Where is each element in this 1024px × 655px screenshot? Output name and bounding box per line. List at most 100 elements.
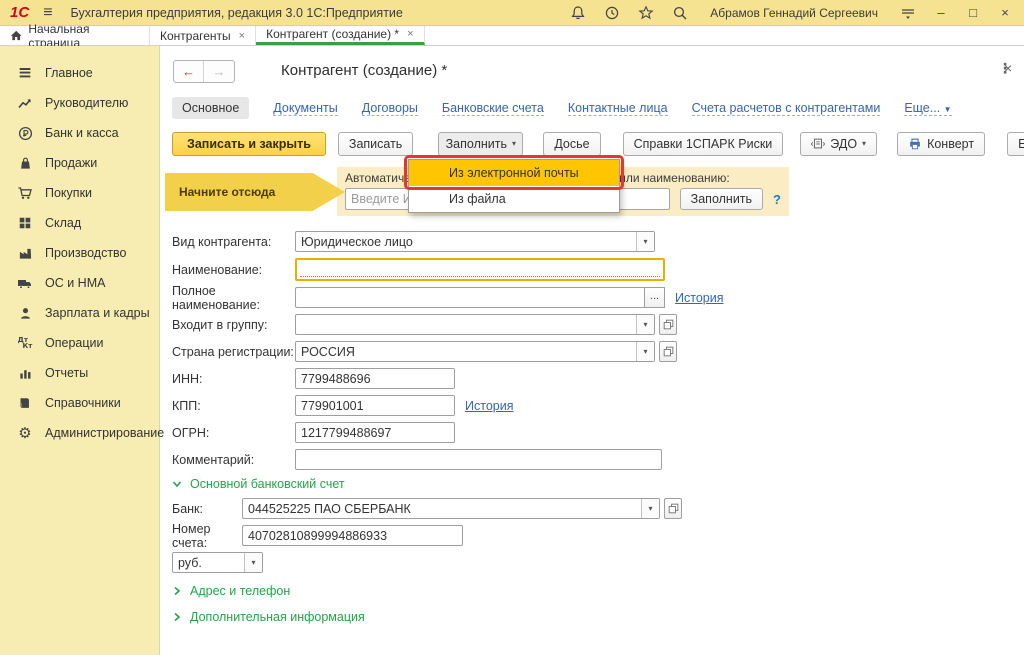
tab-kontragenty[interactable]: Контрагенты × (150, 26, 256, 45)
group-select[interactable]: ▾ (295, 314, 655, 335)
tab-label: Контрагент (создание) * (266, 27, 399, 41)
field-label: ИНН: (172, 372, 295, 386)
menu-item-from-email[interactable]: Из электронной почты (409, 160, 619, 186)
bank-open-button[interactable] (664, 498, 682, 519)
page-title: Контрагент (создание) * (281, 62, 447, 79)
full-name-input[interactable] (295, 287, 645, 308)
field-label: Входит в группу: (172, 318, 295, 332)
tab-close-icon[interactable]: × (407, 28, 413, 40)
chevron-down-icon[interactable]: ▾ (244, 553, 262, 572)
autofill-help-link[interactable]: ? (773, 192, 781, 207)
spark-reports-button[interactable]: Справки 1СПАРК Риски (623, 132, 784, 156)
chevron-down-icon: ▼ (944, 105, 952, 114)
bank-section-header[interactable]: Основной банковский счет (172, 474, 682, 494)
nav-bankovskie-scheta[interactable]: Банковские счета (442, 101, 544, 116)
edo-exchange-icon (811, 137, 825, 151)
sidebar-item-bank-kassa[interactable]: Банк и касса (0, 118, 159, 148)
sidebar-item-operacii[interactable]: Дт Кт Операции (0, 328, 159, 358)
tab-home[interactable]: Начальная страница (0, 26, 150, 45)
section-address-phone[interactable]: Адрес и телефон (172, 578, 365, 604)
inn-input[interactable] (295, 368, 455, 389)
maximize-button[interactable]: □ (966, 5, 980, 20)
currency-select[interactable]: руб. ▾ (172, 552, 263, 573)
collapsed-sections: Адрес и телефон Дополнительная информаци… (172, 578, 365, 630)
field-label: Номер счета: (172, 522, 242, 550)
account-number-input[interactable] (242, 525, 463, 546)
tab-bar: Начальная страница Контрагенты × Контраг… (0, 26, 1024, 46)
fill-dropdown-button[interactable]: Заполнить▾ (438, 132, 523, 156)
open-in-window-icon (663, 346, 674, 357)
section-additional-info[interactable]: Дополнительная информация (172, 604, 365, 630)
country-open-button[interactable] (659, 341, 677, 362)
field-row-inn: ИНН: (172, 368, 723, 389)
service-menu-icon[interactable] (900, 5, 916, 21)
start-here-arrow: Начните отсюда (165, 173, 345, 211)
sidebar-item-os-nma[interactable]: ОС и НМА (0, 268, 159, 298)
current-user-name[interactable]: Абрамов Геннадий Сергеевич (710, 6, 878, 20)
more-button[interactable]: Еще▾ (1007, 132, 1024, 156)
notifications-bell-icon[interactable] (570, 5, 586, 21)
field-label: Страна регистрации: (172, 345, 295, 359)
sidebar-item-prodazhi[interactable]: Продажи (0, 148, 159, 178)
field-row-group: Входит в группу: ▾ (172, 314, 723, 335)
kpp-input[interactable] (295, 395, 455, 416)
chevron-down-icon[interactable]: ▾ (636, 315, 654, 334)
tab-kontragent-create[interactable]: Контрагент (создание) * × (256, 26, 424, 45)
save-and-close-button[interactable]: Записать и закрыть (172, 132, 326, 156)
close-button[interactable]: × (998, 5, 1012, 20)
sidebar-item-administrirovanie[interactable]: ⚙ Администрирование (0, 418, 159, 448)
field-row-bank: Банк: 044525225 ПАО СБЕРБАНК ▾ (172, 498, 682, 519)
save-button[interactable]: Записать (338, 132, 413, 156)
bank-select[interactable]: 044525225 ПАО СБЕРБАНК ▾ (242, 498, 660, 519)
history-icon[interactable] (604, 5, 620, 21)
chevron-down-icon[interactable]: ▾ (636, 342, 654, 361)
sidebar-item-glavnoe[interactable]: ≡ Главное (0, 58, 159, 88)
ogrn-input[interactable] (295, 422, 455, 443)
field-label: КПП: (172, 399, 295, 413)
full-name-history-link[interactable]: История (675, 291, 723, 305)
full-name-ellipsis-button[interactable]: ... (645, 287, 665, 308)
back-button[interactable]: ← (174, 61, 204, 82)
form-toolbar: Записать и закрыть Записать Заполнить▾ Д… (172, 131, 1024, 156)
envelope-print-button[interactable]: Конверт (897, 132, 985, 156)
group-open-button[interactable] (659, 314, 677, 335)
sidebar-item-sklad[interactable]: Склад (0, 208, 159, 238)
nav-more-button[interactable]: Еще... ▼ (904, 101, 951, 116)
sidebar-item-zarplata-kadry[interactable]: Зарплата и кадры (0, 298, 159, 328)
forward-button[interactable]: → (204, 61, 234, 82)
sidebar-item-proizvodstvo[interactable]: Производство (0, 238, 159, 268)
kpp-history-link[interactable]: История (465, 399, 513, 413)
form-close-icon[interactable]: × (1004, 60, 1012, 76)
favorites-star-icon[interactable] (638, 5, 654, 21)
menu-item-from-file[interactable]: Из файла (409, 186, 619, 212)
autofill-fill-button[interactable]: Заполнить (680, 188, 763, 210)
field-label: Вид контрагента: (172, 235, 295, 249)
sidebar-item-spravochniki[interactable]: Справочники (0, 388, 159, 418)
nav-dogovory[interactable]: Договоры (362, 101, 418, 116)
nav-osnovnoe[interactable]: Основное (172, 97, 249, 119)
form-navigation: Основное Документы Договоры Банковские с… (172, 96, 952, 120)
search-icon[interactable] (672, 5, 688, 21)
main-menu-icon[interactable]: ≡ (43, 5, 52, 21)
history-nav-buttons: ← → (173, 60, 235, 83)
field-row-account: Номер счета: (172, 525, 682, 546)
tab-close-icon[interactable]: × (239, 30, 245, 42)
chevron-down-icon[interactable]: ▾ (636, 232, 654, 251)
sidebar-item-rukovoditelyu[interactable]: Руководителю (0, 88, 159, 118)
chevron-right-icon (172, 612, 182, 622)
nav-kontaktnye-lica[interactable]: Контактные лица (568, 101, 668, 116)
name-input[interactable] (295, 258, 665, 281)
chevron-down-icon[interactable]: ▾ (641, 499, 659, 518)
edo-dropdown-button[interactable]: ЭДО▾ (800, 132, 877, 156)
country-select[interactable]: РОССИЯ ▾ (295, 341, 655, 362)
minimize-button[interactable]: – (934, 5, 948, 20)
counterparty-kind-select[interactable]: Юридическое лицо ▾ (295, 231, 655, 252)
sidebar-item-otchety[interactable]: Отчеты (0, 358, 159, 388)
sidebar-item-pokupki[interactable]: Покупки (0, 178, 159, 208)
dossier-button[interactable]: Досье (543, 132, 600, 156)
nav-dokumenty[interactable]: Документы (273, 101, 337, 116)
nav-scheta-raschetov[interactable]: Счета расчетов с контрагентами (692, 101, 881, 116)
warehouse-grid-icon (16, 215, 34, 231)
comment-input[interactable] (295, 449, 662, 470)
bank-section: Основной банковский счет Банк: 044525225… (172, 474, 682, 579)
